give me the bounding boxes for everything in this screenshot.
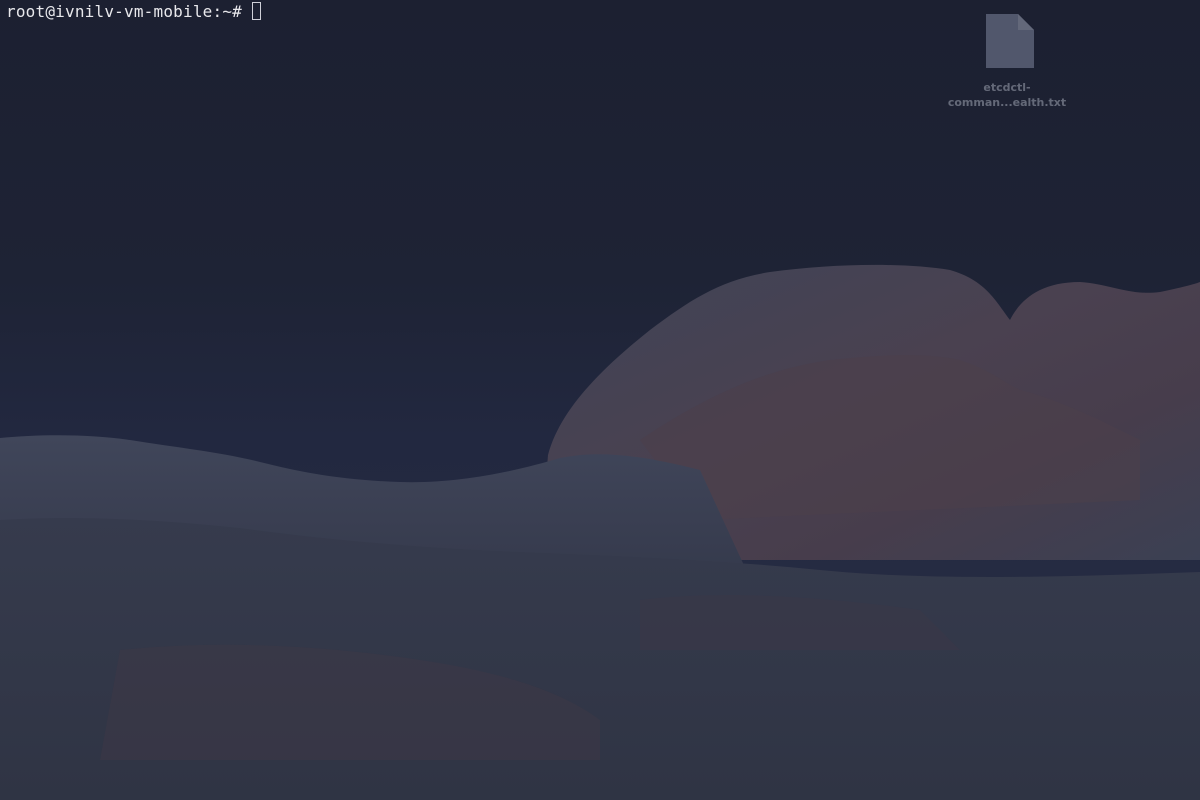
desktop-wallpaper <box>0 264 1200 800</box>
desktop-file-label: etcdctl- comman...ealth.txt <box>948 80 1066 110</box>
desktop-file-etcdctl[interactable]: etcdctl- comman...ealth.txt <box>936 12 1078 110</box>
file-name-line2: comman...ealth.txt <box>947 96 1067 109</box>
terminal-cursor <box>252 2 261 20</box>
desktop-screen: root@ivnilv-vm-mobile:~# etcdctl- comman… <box>0 0 1200 800</box>
terminal-prompt-line[interactable]: root@ivnilv-vm-mobile:~# <box>6 0 261 22</box>
terminal-prompt: root@ivnilv-vm-mobile:~# <box>6 1 242 21</box>
file-name-line1: etcdctl- <box>983 81 1031 94</box>
text-file-icon <box>986 14 1034 68</box>
